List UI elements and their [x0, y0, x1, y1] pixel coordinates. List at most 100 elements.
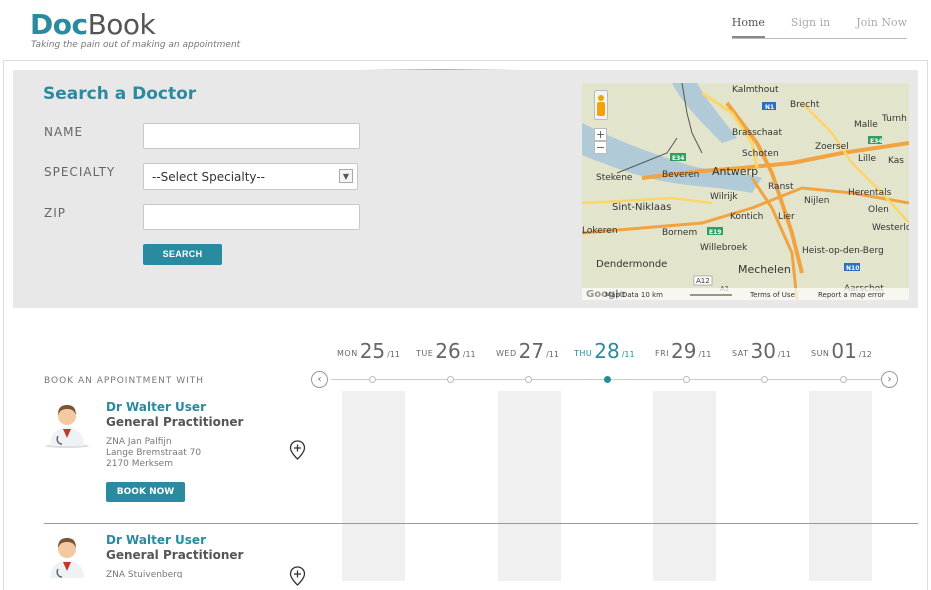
- svg-text:Dendermonde: Dendermonde: [596, 259, 667, 270]
- day-header-selected[interactable]: THU 28/11: [574, 341, 635, 361]
- day-header[interactable]: WED 27/11: [496, 341, 559, 361]
- zoom-out-button[interactable]: −: [594, 141, 607, 154]
- svg-text:A12: A12: [696, 277, 710, 285]
- doctor-name[interactable]: Dr Walter User: [106, 400, 206, 414]
- svg-text:Stekene: Stekene: [596, 173, 633, 183]
- svg-text:Nijlen: Nijlen: [804, 196, 829, 206]
- day-number: 27: [518, 339, 545, 363]
- day-name: SAT: [732, 349, 749, 358]
- svg-text:Westerlo: Westerlo: [872, 223, 909, 233]
- timeline-dot[interactable]: [840, 376, 847, 383]
- svg-text:Kontich: Kontich: [730, 212, 763, 222]
- specialty-select[interactable]: --Select Specialty-- ▼: [143, 163, 358, 190]
- svg-text:Report a map error: Report a map error: [818, 291, 885, 299]
- prev-week-arrow-icon[interactable]: ‹: [311, 371, 328, 388]
- day-number: 26: [435, 339, 461, 363]
- svg-text:Herentals: Herentals: [848, 188, 892, 198]
- next-week-arrow-icon[interactable]: ›: [881, 371, 898, 388]
- timeline-dot[interactable]: [525, 376, 532, 383]
- timeline-dot[interactable]: [683, 376, 690, 383]
- map-canvas: Kalmthout Brecht Malle Brasschaat Zoerse…: [582, 83, 909, 300]
- svg-text:Kalmthout: Kalmthout: [732, 85, 779, 95]
- day-slot-column[interactable]: [653, 391, 716, 581]
- day-month: /11: [777, 350, 791, 359]
- day-slot-column[interactable]: [342, 391, 405, 581]
- day-name: WED: [496, 349, 517, 358]
- day-header[interactable]: SAT 30/11: [732, 341, 791, 361]
- day-slot-column[interactable]: [498, 391, 561, 581]
- svg-text:Bornem: Bornem: [662, 228, 697, 238]
- svg-text:Sint-Niklaas: Sint-Niklaas: [612, 202, 671, 213]
- timeline-dot[interactable]: [447, 376, 454, 383]
- name-input[interactable]: [143, 123, 360, 149]
- day-name: SUN: [811, 349, 830, 358]
- svg-text:Heist-op-den-Berg: Heist-op-den-Berg: [802, 246, 884, 256]
- svg-text:Wilrijk: Wilrijk: [710, 192, 738, 202]
- specialty-label: SPECIALTY: [44, 165, 116, 179]
- logo[interactable]: DocBook: [30, 10, 156, 40]
- doctor-specialty: General Practitioner: [106, 548, 244, 562]
- svg-text:Beveren: Beveren: [662, 170, 699, 180]
- day-header[interactable]: SUN 01/12: [811, 341, 872, 361]
- doctor-address-line1: ZNA Stuivenberg: [106, 570, 183, 578]
- doctor-avatar: [45, 405, 89, 448]
- doctor-card: Dr Walter User General Practitioner ZNA …: [44, 398, 324, 508]
- day-month: /11: [387, 350, 401, 359]
- timeline-dot-selected[interactable]: [604, 376, 611, 383]
- day-header[interactable]: FRI 29/11: [655, 341, 711, 361]
- doctor-avatar: [50, 538, 84, 578]
- svg-text:Terms of Use: Terms of Use: [749, 291, 795, 299]
- doctor-card: Dr Walter User General Practitioner ZNA …: [44, 531, 324, 578]
- booking-header: BOOK AN APPOINTMENT WITH: [44, 376, 205, 386]
- svg-text:Kas: Kas: [888, 156, 904, 166]
- day-number: 30: [750, 339, 776, 363]
- svg-text:N10: N10: [846, 265, 859, 272]
- svg-text:Antwerp: Antwerp: [712, 165, 758, 178]
- day-name: MON: [337, 349, 358, 358]
- svg-text:E19: E19: [709, 229, 721, 236]
- nav-home[interactable]: Home: [731, 16, 765, 38]
- svg-text:N1: N1: [765, 104, 774, 111]
- search-button[interactable]: SEARCH: [143, 244, 222, 265]
- nav-divider: [732, 38, 907, 39]
- timeline-dot[interactable]: [369, 376, 376, 383]
- svg-text:Olen: Olen: [868, 205, 889, 215]
- day-number: 01: [831, 339, 857, 363]
- svg-text:Brecht: Brecht: [790, 100, 820, 110]
- svg-text:Mechelen: Mechelen: [738, 263, 791, 276]
- book-now-button[interactable]: BOOK NOW: [106, 482, 185, 502]
- doctor-name[interactable]: Dr Walter User: [106, 533, 206, 547]
- day-header[interactable]: TUE 26/11: [416, 341, 476, 361]
- zip-label: ZIP: [44, 206, 66, 220]
- nav-sign-in[interactable]: Sign in: [791, 16, 830, 38]
- tagline: Taking the pain out of making an appoint…: [31, 40, 241, 50]
- doctor-specialty: General Practitioner: [106, 415, 244, 429]
- add-location-icon[interactable]: [289, 566, 306, 586]
- svg-text:Schoten: Schoten: [742, 149, 779, 159]
- day-number: 25: [359, 339, 386, 363]
- search-title: Search a Doctor: [43, 84, 197, 104]
- day-month: /12: [858, 350, 872, 359]
- svg-text:Lier: Lier: [778, 212, 795, 222]
- day-slot-column[interactable]: [809, 391, 872, 581]
- timeline-dot[interactable]: [761, 376, 768, 383]
- day-name: THU: [574, 349, 593, 358]
- map[interactable]: Kalmthout Brecht Malle Brasschaat Zoerse…: [582, 83, 909, 300]
- zip-input[interactable]: [143, 204, 360, 230]
- day-month: /11: [462, 350, 476, 359]
- chevron-down-icon[interactable]: ▼: [339, 169, 353, 183]
- day-month: /11: [621, 350, 635, 359]
- day-header[interactable]: MON 25/11: [337, 341, 400, 361]
- add-location-icon[interactable]: [289, 440, 306, 460]
- svg-text:Ranst: Ranst: [768, 182, 794, 192]
- day-month: /11: [546, 350, 559, 359]
- zoom-in-button[interactable]: +: [594, 128, 607, 141]
- doctor-address-line2: Lange Bremstraat 70: [106, 448, 202, 458]
- street-view-pegman-icon[interactable]: [594, 90, 608, 120]
- svg-text:Lokeren: Lokeren: [582, 226, 618, 236]
- day-number: 29: [671, 339, 697, 363]
- nav-join-now[interactable]: Join Now: [856, 16, 907, 38]
- site-header: DocBook Taking the pain out of making an…: [0, 0, 931, 60]
- top-nav: Home Sign in Join Now: [731, 16, 907, 38]
- specialty-select-value: --Select Specialty--: [152, 170, 265, 184]
